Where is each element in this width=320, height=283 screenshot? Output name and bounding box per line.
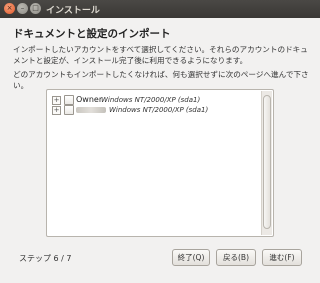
maximize-icon: □: [32, 4, 39, 12]
scrollbar-thumb[interactable]: [263, 95, 271, 229]
page-title: ドキュメントと設定のインポート: [13, 28, 171, 40]
account-checkbox[interactable]: [64, 105, 74, 115]
step-indicator: ステップ 6 / 7: [19, 254, 72, 263]
back-button[interactable]: 戻る(B): [216, 249, 256, 266]
forward-button[interactable]: 進む(F): [262, 249, 302, 266]
maximize-window-button[interactable]: □: [30, 3, 41, 14]
skip-note: どのアカウントもインポートしたくなければ、何も選択せずに次のページへ進んで下さい…: [13, 70, 309, 90]
accounts-list[interactable]: + Owner Windows NT/2000/XP (sda1) + Wind…: [46, 89, 274, 237]
minimize-icon: –: [20, 4, 25, 12]
account-os: Windows NT/2000/XP (sda1): [109, 106, 209, 114]
window-title: インストール: [46, 6, 100, 16]
close-icon: ×: [6, 4, 13, 12]
quit-button[interactable]: 終了(Q): [172, 249, 210, 266]
window-titlebar[interactable]: × – □ インストール: [0, 0, 320, 18]
redacted-account-name: [76, 107, 106, 113]
vertical-scrollbar[interactable]: [261, 91, 272, 235]
close-window-button[interactable]: ×: [4, 3, 15, 14]
page-description: インポートしたいアカウントをすべて選択してください。それらのアカウントのドキュメ…: [13, 45, 308, 65]
account-row-2[interactable]: + Windows NT/2000/XP (sda1): [47, 104, 257, 116]
expand-icon[interactable]: +: [52, 106, 61, 115]
minimize-window-button[interactable]: –: [17, 3, 28, 14]
